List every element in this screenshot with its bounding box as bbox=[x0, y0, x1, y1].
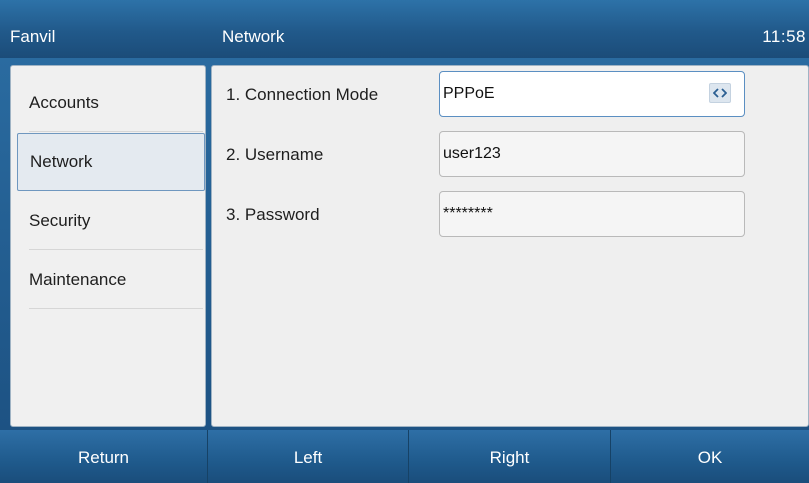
brand-label: Fanvil bbox=[10, 27, 56, 46]
return-button[interactable]: Return bbox=[0, 430, 208, 483]
password-row: 3. Password ******** bbox=[212, 191, 809, 239]
status-bar: Fanvil Network 11:58 bbox=[0, 0, 809, 58]
left-right-arrows-icon[interactable] bbox=[709, 83, 731, 103]
ok-button[interactable]: OK bbox=[611, 430, 809, 483]
username-label: 2. Username bbox=[226, 145, 324, 164]
divider bbox=[29, 249, 203, 250]
username-row: 2. Username user123 bbox=[212, 131, 809, 179]
page-title: Network bbox=[222, 27, 285, 46]
password-value: ******** bbox=[443, 205, 493, 222]
network-settings-panel: 1. Connection Mode PPPoE 2. Username use… bbox=[211, 65, 809, 427]
connection-mode-select[interactable]: PPPoE bbox=[439, 71, 745, 117]
softkey-bar: Return Left Right OK bbox=[0, 430, 809, 483]
divider bbox=[29, 308, 203, 309]
sidebar-item-label: Accounts bbox=[29, 93, 99, 112]
content-area: Accounts Network Security Maintenance 1.… bbox=[0, 58, 809, 430]
divider bbox=[29, 131, 203, 132]
connection-mode-row: 1. Connection Mode PPPoE bbox=[212, 71, 809, 119]
sidebar-item-maintenance[interactable]: Maintenance bbox=[17, 251, 205, 309]
username-field[interactable]: user123 bbox=[439, 131, 745, 177]
connection-mode-label: 1. Connection Mode bbox=[226, 85, 379, 104]
sidebar-item-label: Network bbox=[30, 152, 93, 171]
connection-mode-value: PPPoE bbox=[443, 85, 495, 102]
username-value: user123 bbox=[443, 145, 501, 162]
sidebar-item-label: Security bbox=[29, 211, 91, 230]
sidebar-item-label: Maintenance bbox=[29, 270, 127, 289]
left-button[interactable]: Left bbox=[208, 430, 409, 483]
password-field[interactable]: ******** bbox=[439, 191, 745, 237]
sidebar-item-network[interactable]: Network bbox=[17, 133, 205, 191]
sidebar-item-accounts[interactable]: Accounts bbox=[17, 74, 205, 132]
clock: 11:58 bbox=[762, 27, 806, 46]
right-button[interactable]: Right bbox=[409, 430, 611, 483]
sidebar-item-security[interactable]: Security bbox=[17, 192, 205, 250]
password-label: 3. Password bbox=[226, 205, 320, 224]
sidebar: Accounts Network Security Maintenance bbox=[10, 65, 206, 427]
